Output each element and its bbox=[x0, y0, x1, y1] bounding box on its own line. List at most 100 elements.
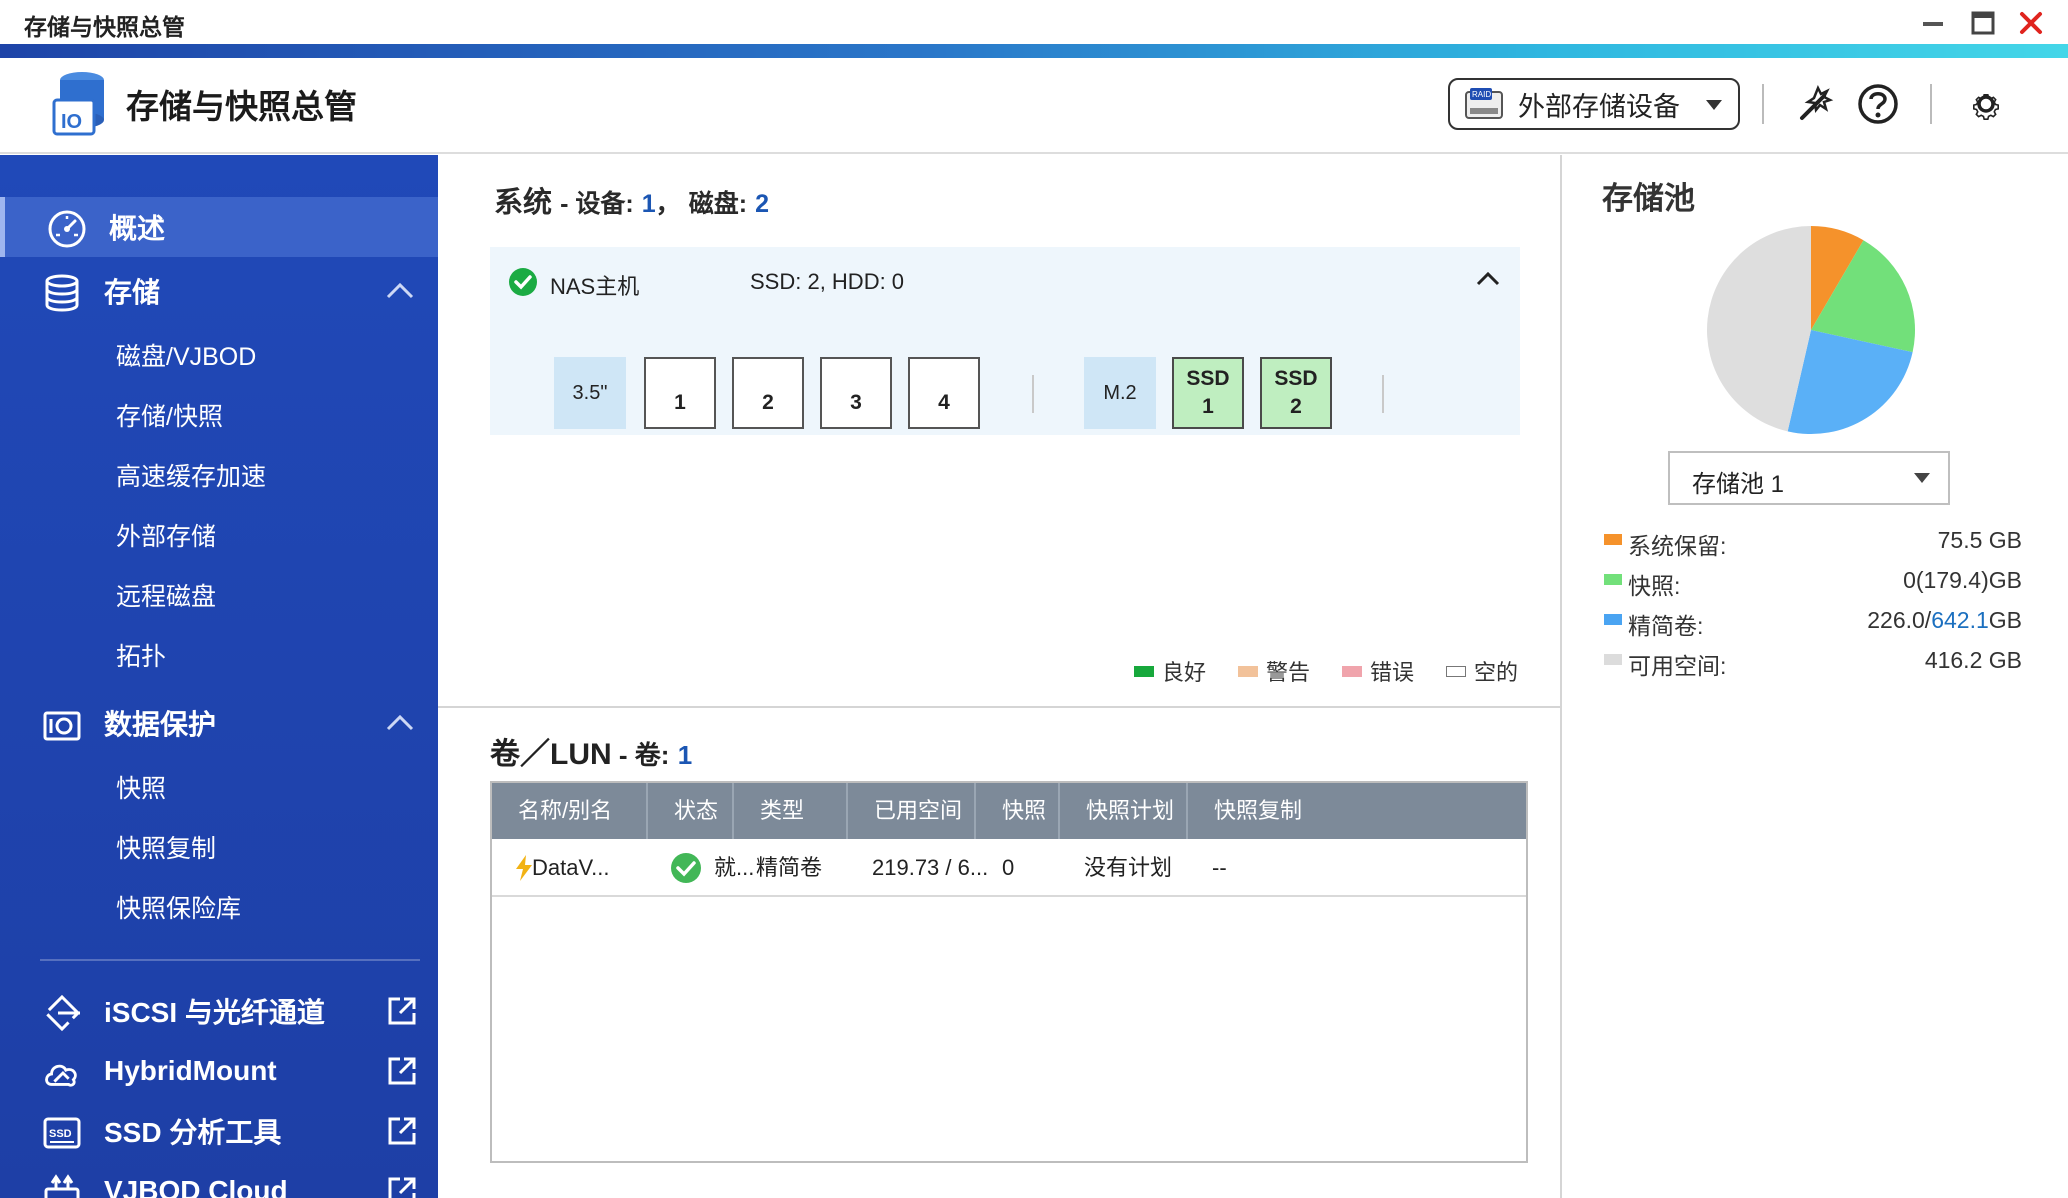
ssd-slot-1[interactable]: SSD 1 bbox=[1172, 357, 1244, 429]
disks-label: 磁盘: bbox=[688, 190, 748, 218]
sidebar-item-snapshot-replica[interactable]: 快照复制 bbox=[116, 829, 216, 869]
chevron-up-icon[interactable] bbox=[384, 279, 416, 303]
external-link-icon[interactable] bbox=[386, 1175, 418, 1198]
column-type[interactable]: 类型 bbox=[732, 783, 846, 839]
sidebar-item-disks[interactable]: 磁盘/VJBOD bbox=[116, 337, 256, 377]
volume-count: 1 bbox=[677, 740, 693, 770]
help-button[interactable] bbox=[1852, 78, 1904, 130]
sidebar-item-overview[interactable]: 概述 bbox=[0, 197, 438, 257]
help-icon bbox=[1858, 84, 1898, 124]
external-link-icon[interactable] bbox=[386, 1115, 418, 1147]
volume-table: 名称/别名 状态 类型 已用空间 快照 快照计划 快照复制 DataV... 就… bbox=[490, 781, 1528, 1163]
bay-separator bbox=[1382, 375, 1384, 413]
sidebar-item-label: 数据保护 bbox=[104, 709, 217, 740]
disk-bay-1[interactable]: 1 bbox=[644, 357, 716, 429]
chevron-up-icon[interactable] bbox=[384, 711, 416, 735]
sidebar-divider bbox=[40, 959, 420, 961]
column-used[interactable]: 已用空间 bbox=[846, 783, 974, 839]
dashboard-gauge-icon bbox=[47, 209, 87, 249]
column-schedule[interactable]: 快照计划 bbox=[1058, 783, 1186, 839]
volume-section-title: 卷／LUN - 卷: 1 bbox=[490, 738, 693, 771]
sidebar-item-storage-snapshots[interactable]: 存储/快照 bbox=[116, 397, 223, 437]
sidebar-item-snapshot-vault[interactable]: 快照保险库 bbox=[116, 889, 241, 929]
external-storage-label: 外部存储设备 bbox=[1518, 91, 1680, 122]
accent-bar bbox=[0, 44, 2068, 58]
cell-schedule: 没有计划 bbox=[1084, 855, 1173, 880]
sidebar-item-iscsi[interactable]: iSCSI 与光纤通道 bbox=[0, 981, 438, 1041]
column-status[interactable]: 状态 bbox=[646, 783, 732, 839]
svg-text:RAID: RAID bbox=[1472, 90, 1491, 99]
sidebar-item-label: 概述 bbox=[109, 213, 166, 244]
column-snapshots[interactable]: 快照 bbox=[974, 783, 1058, 839]
device-name: NAS主机 bbox=[550, 274, 640, 299]
sidebar-item-label: SSD 分析工具 bbox=[104, 1117, 282, 1148]
legend-swatch bbox=[1604, 654, 1622, 665]
column-replication[interactable]: 快照复制 bbox=[1186, 783, 1358, 839]
vjbod-cloud-icon bbox=[42, 1173, 82, 1198]
section-divider bbox=[438, 706, 1560, 708]
chevron-up-icon[interactable] bbox=[1474, 267, 1502, 291]
external-link-icon[interactable] bbox=[386, 995, 418, 1027]
sidebar-item-topology[interactable]: 拓扑 bbox=[116, 637, 166, 677]
pool-select[interactable]: 存储池 1 bbox=[1668, 451, 1950, 505]
disk-bay-3[interactable]: 3 bbox=[820, 357, 892, 429]
devices-count: 1 bbox=[641, 190, 656, 218]
legend-swatch bbox=[1342, 665, 1362, 677]
external-storage-button[interactable]: RAID 外部存储设备 bbox=[1448, 78, 1740, 130]
devices-label: 设备: bbox=[575, 190, 634, 218]
external-link-icon[interactable] bbox=[386, 1055, 418, 1087]
status-ok-icon bbox=[509, 268, 537, 296]
maximize-button[interactable] bbox=[1966, 6, 2000, 40]
legend-warning: 警告 bbox=[1238, 655, 1310, 687]
lightning-icon bbox=[516, 855, 532, 881]
close-button[interactable] bbox=[2014, 6, 2048, 40]
storage-app-logo-icon: IO bbox=[52, 72, 104, 136]
sidebar: 概述 存储 磁盘/VJBOD 存储/快照 高速缓存加速 外部存储 远程磁盘 拓扑… bbox=[0, 155, 438, 1198]
sidebar-item-storage[interactable]: 存储 bbox=[0, 261, 438, 321]
stat-system-reserved: 系统保留: 75.5 GB bbox=[1604, 523, 2022, 559]
ssd-slot-2[interactable]: SSD 2 bbox=[1260, 357, 1332, 429]
sidebar-item-label: VJBOD Cloud bbox=[104, 1175, 288, 1198]
title-bar: 存储与快照总管 bbox=[0, 0, 2068, 44]
sidebar-item-ssd-tool[interactable]: SSD SSD 分析工具 bbox=[0, 1101, 438, 1161]
sidebar-item-label: HybridMount bbox=[104, 1055, 277, 1086]
status-ok-icon bbox=[671, 853, 701, 883]
system-section-title: 系统 - 设备: 1， 磁盘: 2 bbox=[494, 187, 770, 219]
column-name[interactable]: 名称/别名 bbox=[492, 783, 646, 839]
legend-good: 良好 bbox=[1134, 655, 1206, 687]
cell-name: DataV... bbox=[532, 855, 610, 880]
diagnostics-button[interactable] bbox=[1790, 78, 1842, 130]
device-panel: NAS主机 SSD: 2, HDD: 0 3.5" 1 2 3 4 M.2 SS… bbox=[490, 247, 1520, 435]
cloud-icon bbox=[42, 1053, 82, 1093]
chevron-down-icon bbox=[1914, 473, 1930, 483]
disk-bay-2[interactable]: 2 bbox=[732, 357, 804, 429]
svg-text:SSD: SSD bbox=[49, 1128, 72, 1140]
bay-label-35: 3.5" bbox=[554, 357, 626, 429]
camera-icon bbox=[42, 705, 82, 745]
sidebar-item-external-storage[interactable]: 外部存储 bbox=[116, 517, 216, 557]
minimize-button[interactable] bbox=[1916, 6, 1950, 40]
sidebar-item-snapshot[interactable]: 快照 bbox=[116, 769, 166, 809]
stat-snapshot: 快照: 0(179.4)GB bbox=[1604, 563, 2022, 599]
legend-error: 错误 bbox=[1342, 655, 1414, 687]
header-divider-2 bbox=[1930, 84, 1932, 124]
disk-bay-4[interactable]: 4 bbox=[908, 357, 980, 429]
stat-thin-volume: 精简卷: 226.0/642.1GB bbox=[1604, 603, 2022, 639]
bay-separator bbox=[1032, 375, 1034, 413]
storage-pool-panel: 存储池 存储池 1 系统保留: 75.5 GB 快照: 0(179.4)GB 精… bbox=[1560, 155, 2068, 1198]
sidebar-item-cache-acceleration[interactable]: 高速缓存加速 bbox=[116, 457, 266, 497]
sidebar-item-data-protection[interactable]: 数据保护 bbox=[0, 693, 438, 753]
system-title: 系统 bbox=[494, 187, 553, 219]
table-row[interactable]: DataV... 就... 精简卷 219.73 / 6... 0 没有计划 -… bbox=[492, 839, 1526, 897]
close-icon bbox=[2020, 12, 2042, 34]
legend-empty: 空的 bbox=[1446, 655, 1518, 687]
sidebar-item-remote-disk[interactable]: 远程磁盘 bbox=[116, 577, 216, 617]
legend-swatch bbox=[1604, 534, 1622, 545]
sidebar-item-label: iSCSI 与光纤通道 bbox=[104, 997, 325, 1028]
sidebar-item-vjbod-cloud[interactable]: VJBOD Cloud bbox=[0, 1161, 438, 1198]
main-content: 系统 - 设备: 1， 磁盘: 2 NAS主机 SSD: 2, HDD: 0 3… bbox=[438, 155, 1560, 1198]
legend-swatch bbox=[1446, 665, 1466, 677]
minimize-icon bbox=[1923, 22, 1943, 26]
settings-button[interactable] bbox=[1960, 78, 2012, 130]
sidebar-item-hybridmount[interactable]: HybridMount bbox=[0, 1041, 438, 1101]
